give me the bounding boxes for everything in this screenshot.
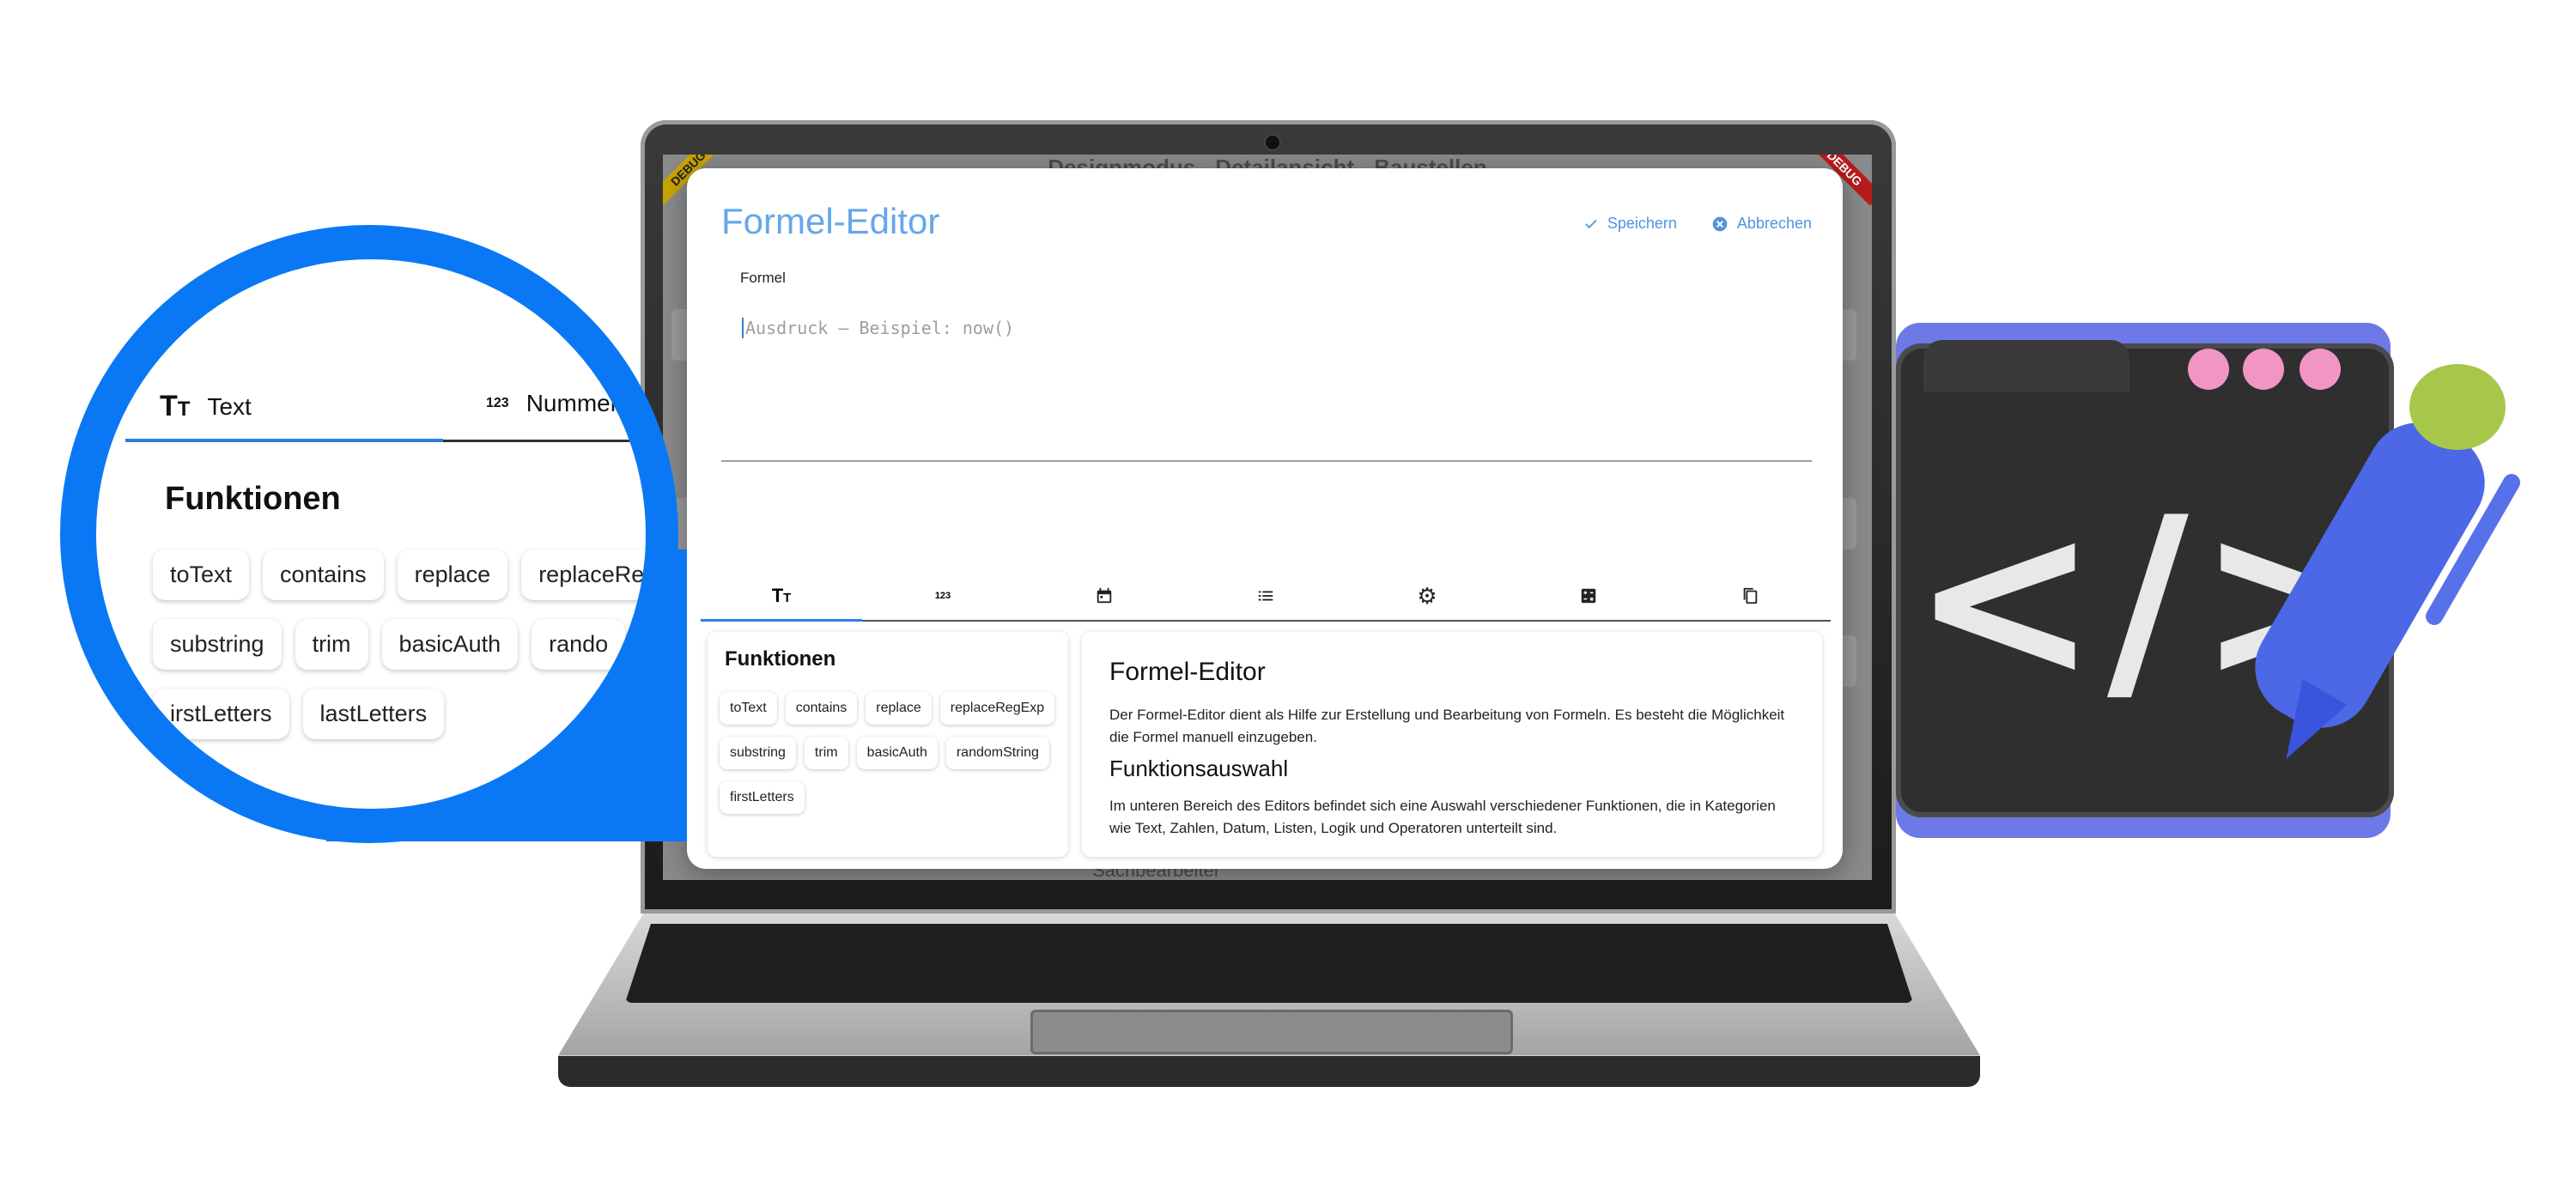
help-subtitle: Funktionsauswahl: [1109, 756, 1289, 781]
tab-lists[interactable]: [1185, 572, 1346, 620]
formula-input[interactable]: Ausdruck – Beispiel: now(): [721, 297, 1812, 462]
gear-icon: ⚙: [1417, 582, 1437, 609]
pen-cap: [2409, 364, 2506, 450]
magnified-tab-number-label: Nummer: [526, 390, 619, 416]
tab-logic[interactable]: ⚙: [1346, 572, 1508, 620]
magnified-function-chip[interactable]: irstLetters: [153, 689, 289, 739]
cancel-button[interactable]: Abbrechen: [1711, 215, 1812, 233]
window-dot-icon: [2300, 349, 2341, 390]
numbers-icon: 123: [486, 396, 509, 410]
magnified-function-chip[interactable]: trim: [295, 619, 368, 670]
numbers-icon: 123: [934, 591, 951, 601]
tab-date[interactable]: [1024, 572, 1185, 620]
window-dot-icon: [2243, 349, 2284, 390]
cancel-circle-icon: [1712, 216, 1728, 231]
text-format-icon: TT: [771, 585, 792, 606]
calendar-icon: [1097, 587, 1112, 604]
formula-label: Formel: [740, 270, 786, 286]
code-folder-tab: [1923, 340, 2129, 392]
magnified-function-chip[interactable]: contains: [263, 549, 384, 600]
laptop-screen: Designmodus - Detailansicht - Baustellen…: [663, 155, 1872, 880]
help-title: Formel-Editor: [1109, 658, 1266, 686]
magnified-function-chip[interactable]: substring: [153, 619, 282, 670]
magnified-function-chip[interactable]: replace: [397, 549, 508, 600]
dialog-actions: Speichern Abbrechen: [1583, 215, 1812, 233]
functions-heading: Funktionen: [725, 647, 836, 671]
camera-icon: [1264, 134, 1281, 151]
laptop-base-edge: [558, 1056, 1980, 1087]
help-panel: Formel-Editor Der Formel-Editor dient al…: [1082, 632, 1822, 857]
function-chip[interactable]: firstLetters: [720, 781, 805, 814]
function-chip[interactable]: replace: [866, 692, 932, 725]
magnified-tab-text-label: Text: [207, 392, 252, 420]
function-chip[interactable]: toText: [720, 692, 777, 725]
save-label: Speichern: [1607, 215, 1677, 232]
magnified-tabs: TT Text 123 Nummer: [125, 379, 646, 442]
laptop-trackpad: [1030, 1010, 1513, 1054]
formula-editor-dialog: Formel-Editor Speichern Abbrechen Formel…: [687, 168, 1843, 869]
cancel-label: Abbrechen: [1736, 215, 1812, 232]
magnified-function-chip[interactable]: basicAuth: [381, 619, 519, 670]
formula-placeholder: Ausdruck – Beispiel: now(): [742, 318, 1014, 338]
magnified-function-chip[interactable]: replaceRe: [521, 549, 646, 600]
function-chip[interactable]: replaceRegExp: [939, 692, 1055, 725]
function-chip[interactable]: basicAuth: [856, 737, 938, 769]
list-icon: [1258, 591, 1273, 601]
window-dot-icon: [2188, 349, 2229, 390]
help-text: Der Formel-Editor dient als Hilfe zur Er…: [1109, 707, 1785, 745]
function-chip[interactable]: contains: [785, 692, 858, 725]
function-category-tabs: TT 123 ⚙: [701, 572, 1831, 622]
tab-copy[interactable]: [1669, 572, 1831, 620]
dialog-title: Formel-Editor: [721, 201, 940, 241]
magnified-tab-text[interactable]: TT Text: [160, 390, 252, 423]
magnifier-lens: TT Text 123 Nummer Funktionen toText con…: [96, 259, 646, 809]
help-subtext: Im unteren Bereich des Editors befindet …: [1109, 798, 1776, 836]
active-tab-indicator: [125, 439, 443, 442]
tab-operators[interactable]: [1508, 572, 1669, 620]
magnified-function-chip[interactable]: toText: [153, 549, 250, 600]
function-chip-list: toText contains replace replaceRegExp su…: [720, 692, 1063, 814]
function-chip[interactable]: trim: [804, 737, 848, 769]
magnified-tab-number[interactable]: 123 Nummer: [486, 390, 618, 417]
magnified-function-chip[interactable]: lastLetters: [302, 689, 445, 739]
magnified-function-chip[interactable]: rando: [532, 619, 626, 670]
function-chip[interactable]: randomString: [945, 737, 1049, 769]
tab-numbers[interactable]: 123: [862, 572, 1024, 620]
magnified-functions-heading: Funktionen: [165, 481, 341, 517]
laptop-keyboard: [625, 924, 1913, 1003]
calculator-icon: [1581, 588, 1596, 604]
copy-icon: [1743, 587, 1758, 604]
check-icon: [1585, 219, 1597, 228]
tab-text[interactable]: TT: [701, 572, 862, 622]
magnified-chip-list: toText contains replace replaceRe substr…: [153, 549, 646, 739]
function-chip[interactable]: substring: [720, 737, 796, 769]
save-button[interactable]: Speichern: [1583, 215, 1677, 233]
text-format-icon: TT: [160, 390, 191, 422]
functions-panel: Funktionen toText contains replace repla…: [708, 632, 1068, 857]
